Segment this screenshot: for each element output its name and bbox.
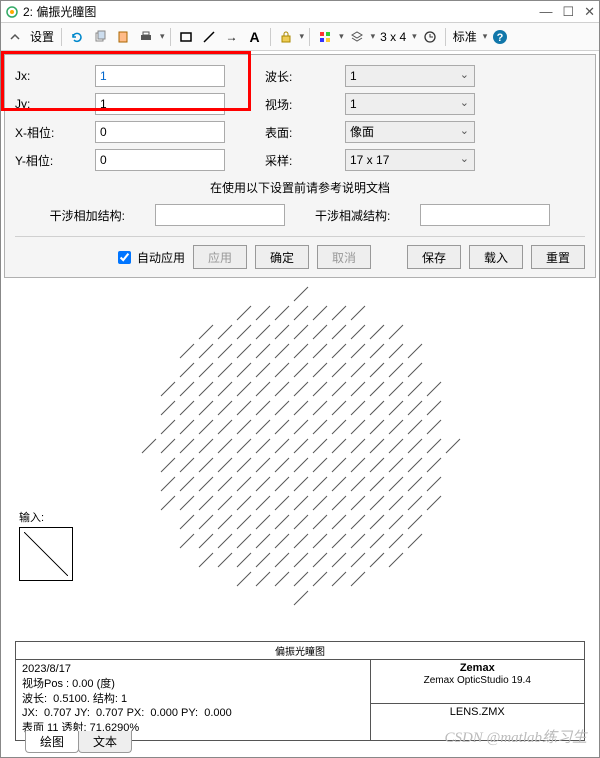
jy-label: Jy: (15, 97, 95, 111)
wavelength-select[interactable]: 1 (345, 65, 475, 87)
reset-button[interactable]: 重置 (531, 245, 585, 269)
lock-icon[interactable] (276, 27, 296, 47)
settings-panel: Jx: 波长: 1 Jy: 视场: 1 X-相位: 表面: 像面 Y-相位: 采… (4, 54, 596, 278)
sampling-select[interactable]: 17 x 17 (345, 149, 475, 171)
grid-dropdown[interactable]: 3 x 4 (378, 30, 408, 44)
file-info: LENS.ZMX (371, 704, 584, 740)
jx-label: Jx: (15, 69, 95, 83)
ok-button[interactable]: 确定 (255, 245, 309, 269)
close-button[interactable]: ✕ (584, 4, 595, 20)
info-header: 偏振光瞳图 (16, 642, 584, 660)
clipboard-icon[interactable] (113, 27, 133, 47)
jy-input[interactable] (95, 93, 225, 115)
add-struct-input[interactable] (155, 204, 285, 226)
yphase-label: Y-相位: (15, 152, 95, 169)
window-title: 2: 偏振光瞳图 (23, 3, 96, 20)
wavelength-label: 波长: (265, 68, 345, 85)
text-icon[interactable]: A (245, 27, 265, 47)
refresh-icon[interactable] (67, 27, 87, 47)
info-text: 2023/8/17 视场Pos : 0.00 (度) 波长: 0.5100. 结… (16, 660, 371, 740)
minimize-button[interactable]: — (539, 4, 552, 20)
surface-select[interactable]: 像面 (345, 121, 475, 143)
field-label: 视场: (265, 96, 345, 113)
note-text: 在使用以下设置前请参考说明文档 (15, 179, 585, 196)
tab-text[interactable]: 文本 (78, 731, 132, 753)
settings-button[interactable]: 设置 (28, 28, 56, 45)
sub-struct-label: 干涉相减结构: (315, 207, 390, 224)
save-button[interactable]: 保存 (407, 245, 461, 269)
maximize-button[interactable]: ☐ (562, 4, 574, 20)
title-bar: 2: 偏振光瞳图 — ☐ ✕ (1, 1, 599, 23)
toolbar: 设置 ▾ → A ▾ ▾ ▾ 3 x 4▾ 标准▾ ? (1, 23, 599, 51)
tab-plot[interactable]: 绘图 (25, 731, 79, 753)
yphase-input[interactable] (95, 149, 225, 171)
info-table: 偏振光瞳图 2023/8/17 视场Pos : 0.00 (度) 波长: 0.5… (15, 641, 585, 741)
layers-icon[interactable] (347, 27, 367, 47)
svg-text:?: ? (497, 32, 504, 44)
xphase-input[interactable] (95, 121, 225, 143)
palette-icon[interactable] (315, 27, 335, 47)
cancel-button[interactable]: 取消 (317, 245, 371, 269)
standard-dropdown[interactable]: 标准 (451, 28, 479, 45)
help-icon[interactable]: ? (490, 27, 510, 47)
jx-input[interactable] (95, 65, 225, 87)
pupil-plot: 输入: (1, 281, 599, 641)
field-select[interactable]: 1 (345, 93, 475, 115)
sub-struct-input[interactable] (420, 204, 550, 226)
auto-apply-checkbox[interactable]: 自动应用 (114, 248, 185, 267)
surface-label: 表面: (265, 124, 345, 141)
product-info: ZemaxZemax OpticStudio 19.4 (371, 660, 584, 704)
xphase-label: X-相位: (15, 124, 95, 141)
collapse-icon[interactable] (5, 27, 25, 47)
arrow-icon[interactable]: → (222, 27, 242, 47)
add-struct-label: 干涉相加结构: (50, 207, 125, 224)
sampling-label: 采样: (265, 152, 345, 169)
rect-icon[interactable] (176, 27, 196, 47)
print-icon[interactable] (136, 27, 156, 47)
app-icon (5, 5, 19, 19)
apply-button[interactable]: 应用 (193, 245, 247, 269)
load-button[interactable]: 载入 (469, 245, 523, 269)
line-icon[interactable] (199, 27, 219, 47)
history-icon[interactable] (420, 27, 440, 47)
copy-icon[interactable] (90, 27, 110, 47)
input-indicator: 输入: (19, 509, 73, 581)
